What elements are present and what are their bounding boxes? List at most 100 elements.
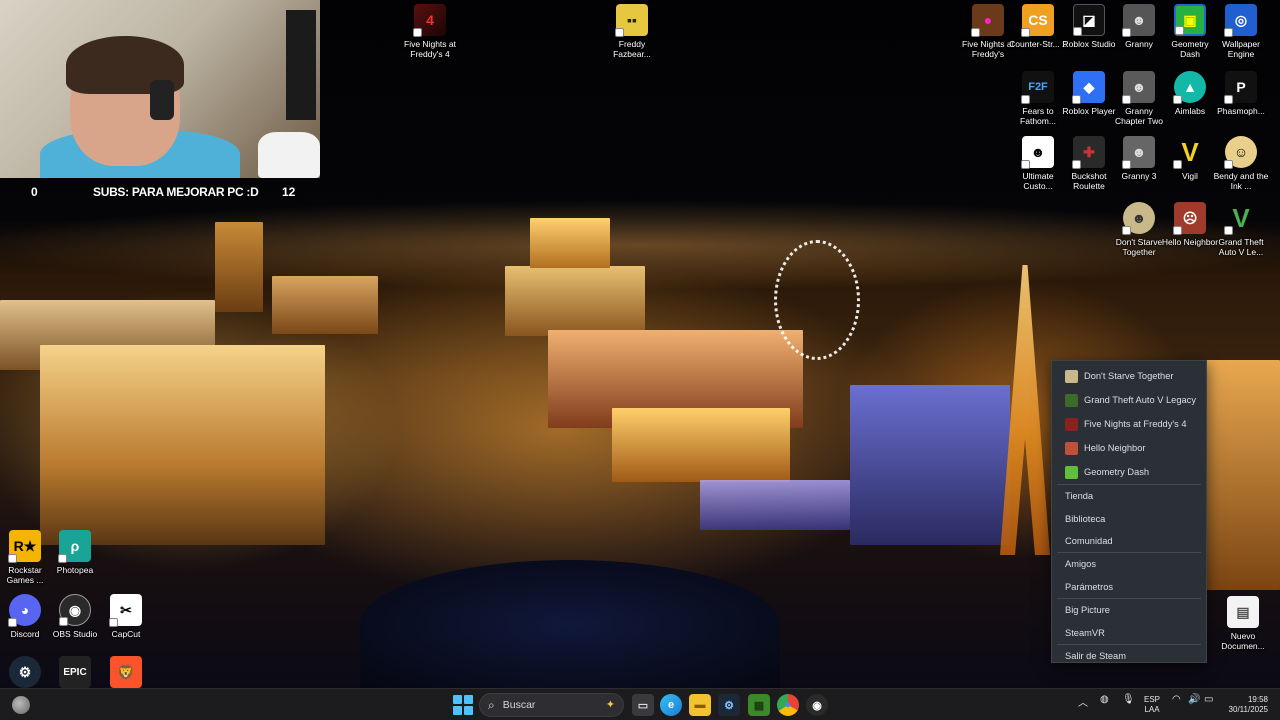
- steam-icon[interactable]: ⚙: [718, 694, 740, 716]
- document-icon: ▤: [1227, 596, 1259, 628]
- fnaf4-icon: [1065, 417, 1078, 431]
- desktop-icon-gta[interactable]: V Grand Theft Auto V Le...: [1212, 202, 1270, 258]
- desktop-icon-epic[interactable]: EPIC: [46, 656, 104, 688]
- desktop-icon-fnaf4[interactable]: 4 Five Nights at Freddy's 4: [401, 4, 459, 59]
- desktop-icon-freddy[interactable]: ▪▪ Freddy Fazbear...: [603, 4, 661, 59]
- obs-icon[interactable]: ◉: [806, 694, 828, 716]
- freddy-icon: ▪▪: [615, 4, 648, 37]
- menu-item-big-picture[interactable]: Big Picture: [1052, 599, 1206, 621]
- desktop-icon-geometry-dash[interactable]: ▣ Geometry Dash: [1161, 4, 1219, 59]
- menu-item-comunidad[interactable]: Comunidad: [1052, 530, 1206, 552]
- desktop-icon-granny3[interactable]: ☻ Granny 3: [1110, 136, 1168, 181]
- desktop-icon-obs[interactable]: ◉ OBS Studio: [46, 594, 104, 639]
- counter-right: 12: [282, 185, 296, 199]
- desktop-icon-phasmophobia[interactable]: P Phasmoph...: [1212, 71, 1270, 116]
- widgets-icon[interactable]: [12, 696, 30, 714]
- counter-left: 0: [31, 185, 38, 199]
- desktop-icon-granny2[interactable]: ☻ Granny Chapter Two: [1110, 71, 1168, 126]
- rockstar-icon: R★: [8, 530, 41, 563]
- granny3-icon: ☻: [1122, 136, 1155, 169]
- roblox-studio-icon: ◪: [1073, 4, 1105, 36]
- menu-game-hello-neighbor[interactable]: Hello Neighbor: [1052, 436, 1206, 460]
- wifi-icon[interactable]: ◠: [1172, 694, 1181, 705]
- menu-game-gta[interactable]: Grand Theft Auto V Legacy: [1052, 388, 1206, 412]
- task-view-icon[interactable]: ▭: [632, 694, 654, 716]
- desktop-icon-document[interactable]: ▤ Nuevo Documen...: [1214, 596, 1272, 651]
- desktop-icon-vigil[interactable]: V Vigil: [1161, 136, 1219, 181]
- search-icon: ⌕: [488, 697, 495, 712]
- buckshot-icon: ✚: [1072, 136, 1105, 169]
- menu-item-biblioteca[interactable]: Biblioteca: [1052, 507, 1206, 529]
- desktop-icon-hello-neighbor[interactable]: ☹ Hello Neighbor: [1161, 202, 1219, 247]
- copilot-sparkle-icon: ✦: [605, 699, 615, 711]
- volume-icon[interactable]: 🔊: [1188, 694, 1200, 705]
- taskbar-search[interactable]: ⌕ Buscar ✦: [479, 693, 624, 717]
- microphone-icon[interactable]: 🎙: [1122, 694, 1135, 705]
- bendy-icon: ☺: [1224, 136, 1257, 169]
- ucn-icon: ☻: [1021, 136, 1054, 169]
- hello-neighbor-icon: ☹: [1173, 202, 1206, 235]
- desktop-icon-capcut[interactable]: ✂ CapCut: [97, 594, 155, 639]
- start-button[interactable]: [453, 695, 473, 715]
- epic-games-icon: EPIC: [59, 656, 91, 688]
- fnaf-icon: ●: [971, 4, 1004, 37]
- hello-neighbor-icon: [1065, 441, 1078, 455]
- battery-icon[interactable]: ▭: [1204, 694, 1213, 705]
- cat-sticker: [258, 132, 320, 178]
- tray-app-icon[interactable]: ◍: [1100, 694, 1109, 705]
- desktop-icon-bendy[interactable]: ☺ Bendy and the Ink ...: [1212, 136, 1270, 191]
- vigil-icon: V: [1173, 136, 1206, 169]
- menu-game-geometry-dash[interactable]: Geometry Dash: [1052, 460, 1206, 484]
- menu-item-parametros[interactable]: Parámetros: [1052, 576, 1206, 598]
- chevron-up-icon[interactable]: ︿: [1078, 694, 1088, 709]
- steam-tray-menu: Don't Starve Together Grand Theft Auto V…: [1051, 360, 1207, 663]
- menu-game-dst[interactable]: Don't Starve Together: [1052, 364, 1206, 388]
- roblox-icon: ◆: [1072, 71, 1105, 104]
- desktop-icon-wallpaper-engine[interactable]: ◎ Wallpaper Engine: [1212, 4, 1270, 59]
- dst-icon: [1065, 369, 1078, 383]
- wallpaper-engine-icon: ◎: [1224, 4, 1257, 37]
- desktop-icon-brave[interactable]: 🦁: [97, 656, 155, 688]
- desktop-icon-photopea[interactable]: ρ Photopea: [46, 530, 104, 575]
- minecraft-icon[interactable]: ▦: [748, 694, 770, 716]
- desktop-icon-granny[interactable]: ☻ Granny: [1110, 4, 1168, 49]
- menu-item-tienda[interactable]: Tienda: [1052, 485, 1206, 507]
- geometry-dash-icon: [1065, 465, 1078, 479]
- search-placeholder: Buscar: [502, 699, 536, 711]
- chrome-icon[interactable]: ●: [777, 694, 799, 716]
- capcut-icon: ✂: [109, 594, 142, 627]
- taskbar: ⌕ Buscar ✦ ▭ e ▬ ⚙ ▦ ● ◉ ︿ ◍ 🎙 ESP LAA ◠…: [0, 688, 1280, 720]
- system-clock[interactable]: 19:58 30/11/2025: [1229, 695, 1268, 715]
- obs-icon: ◉: [59, 594, 91, 626]
- subs-goal-text: SUBS: PARA MEJORAR PC :D: [93, 185, 259, 199]
- file-explorer-icon[interactable]: ▬: [689, 694, 711, 716]
- menu-item-amigos[interactable]: Amigos: [1052, 553, 1206, 575]
- desktop-icon-cs2[interactable]: CS Counter-Str... 2: [1009, 4, 1067, 49]
- menu-item-salir[interactable]: Salir de Steam: [1052, 645, 1206, 667]
- aimlabs-icon: ▲: [1173, 71, 1206, 104]
- desktop-icon-fears-to-fathom[interactable]: F2F Fears to Fathom...: [1009, 71, 1067, 126]
- steam-icon: ⚙: [9, 656, 41, 688]
- phasmophobia-icon: P: [1224, 71, 1257, 104]
- desktop-icon-aimlabs[interactable]: ▲ Aimlabs: [1161, 71, 1219, 116]
- edge-icon[interactable]: e: [660, 694, 682, 716]
- fears-to-fathom-icon: F2F: [1021, 71, 1054, 104]
- granny-icon: ☻: [1122, 4, 1155, 37]
- language-indicator[interactable]: ESP LAA: [1144, 695, 1160, 715]
- gta-icon: V: [1224, 202, 1257, 235]
- menu-item-steamvr[interactable]: SteamVR: [1052, 621, 1206, 643]
- menu-game-fnaf4[interactable]: Five Nights at Freddy's 4: [1052, 412, 1206, 436]
- fnaf4-icon: 4: [413, 4, 446, 37]
- clock-date: 30/11/2025: [1228, 705, 1268, 714]
- desktop-icon-dst[interactable]: ☻ Don't Starve Together: [1110, 202, 1168, 257]
- photopea-icon: ρ: [58, 530, 91, 563]
- cs2-icon: CS: [1021, 4, 1054, 37]
- dst-icon: ☻: [1122, 202, 1155, 235]
- desktop-icon-ucn[interactable]: ☻ Ultimate Custo...: [1009, 136, 1067, 191]
- clock-time: 19:58: [1247, 695, 1268, 704]
- brave-icon: 🦁: [110, 656, 142, 688]
- discord-icon: ◕: [8, 594, 41, 627]
- geometry-dash-icon: ▣: [1174, 4, 1206, 36]
- gta-icon: [1065, 393, 1078, 407]
- webcam-feed: [0, 0, 320, 178]
